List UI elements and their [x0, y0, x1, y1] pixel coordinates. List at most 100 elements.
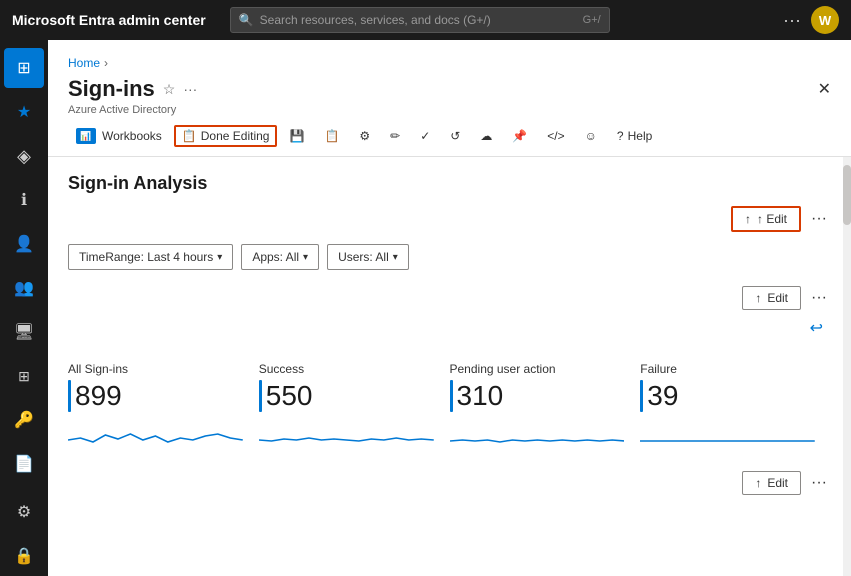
breadcrumb: Home › [68, 56, 831, 70]
search-icon: 🔍 [239, 13, 254, 27]
pin-icon2: 📌 [512, 129, 527, 143]
home-icon: ⊞ [17, 58, 30, 78]
first-more-button[interactable]: ··· [807, 208, 831, 230]
first-edit-button[interactable]: ↑ ↑ Edit [731, 206, 801, 232]
sidebar-item-identity[interactable]: ◈ [4, 136, 44, 176]
save-as-button[interactable]: 📋 [316, 125, 347, 147]
first-edit-row: ↑ ↑ Edit ··· [68, 206, 831, 232]
cloud-button[interactable]: ☁ [472, 125, 500, 147]
gear-icon: ⚙ [359, 129, 370, 143]
pin-icon[interactable]: ☆ [163, 81, 176, 98]
second-edit-button[interactable]: ↑ Edit [742, 286, 801, 310]
edit-up-icon3: ↑ [755, 476, 761, 490]
sign-in-analysis-section: Sign-in Analysis ↑ ↑ Edit ··· TimeRange:… [68, 173, 831, 495]
check-icon: ✓ [420, 129, 430, 143]
filter-row: TimeRange: Last 4 hours ▾ Apps: All ▾ Us… [68, 244, 831, 270]
done-editing-label: Done Editing [201, 129, 270, 143]
third-edit-row: ↑ Edit ··· [68, 471, 831, 495]
smiley-icon: ☺ [585, 129, 597, 143]
help-button[interactable]: ? Help [609, 125, 660, 147]
stat-pending: Pending user action 310 [450, 354, 641, 463]
scrollbar-thumb[interactable] [843, 165, 851, 225]
nav-more-button[interactable]: ··· [783, 10, 801, 31]
page-header: Home › Sign-ins ☆ ··· ✕ Azure Active Dir… [48, 40, 851, 116]
sidebar-item-favorites[interactable]: ★ [4, 92, 44, 132]
third-edit-button[interactable]: ↑ Edit [742, 471, 801, 495]
app-title: Microsoft Entra admin center [12, 12, 206, 28]
question-icon: ? [617, 129, 624, 143]
third-more-button[interactable]: ··· [807, 472, 831, 494]
help-label: Help [628, 129, 653, 143]
done-editing-button[interactable]: 📋 Done Editing [174, 125, 278, 147]
stat-success-value: 550 [259, 380, 434, 412]
refresh-icon: ↺ [450, 129, 460, 143]
apps-filter[interactable]: Apps: All ▾ [241, 244, 319, 270]
failure-sparkline [640, 420, 815, 452]
undo-icon: ↩ [810, 318, 823, 338]
sidebar-item-info[interactable]: ℹ [4, 180, 44, 220]
sidebar-item-users[interactable]: 👤 [4, 224, 44, 264]
sidebar-item-home[interactable]: ⊞ [4, 48, 44, 88]
stat-failure-label: Failure [640, 362, 815, 376]
check-button[interactable]: ✓ [412, 125, 438, 147]
refresh-button[interactable]: ↺ [442, 125, 468, 147]
main-layout: ⊞ ★ ◈ ℹ 👤 👥 🖥 ⊞ 🔑 📄 ⚙ [0, 40, 851, 576]
emoji-button[interactable]: ☺ [577, 125, 605, 147]
success-sparkline [259, 420, 434, 452]
edit-toolbar-button[interactable]: ✏ [382, 125, 408, 147]
roles-icon: 🔑 [14, 410, 34, 430]
section-title: Sign-in Analysis [68, 173, 831, 194]
close-button[interactable]: ✕ [818, 79, 831, 99]
users-filter[interactable]: Users: All ▾ [327, 244, 409, 270]
content-area: Home › Sign-ins ☆ ··· ✕ Azure Active Dir… [48, 40, 851, 576]
stat-pending-label: Pending user action [450, 362, 625, 376]
pencil-icon: ✏ [390, 129, 400, 143]
save-icon: 💾 [289, 129, 304, 143]
nav-right: ··· W [783, 6, 839, 34]
page-title: Sign-ins [68, 76, 155, 102]
second-more-button[interactable]: ··· [807, 287, 831, 309]
stat-all-signins-label: All Sign-ins [68, 362, 243, 376]
user-icon: 👤 [14, 234, 34, 254]
search-input[interactable] [260, 13, 577, 27]
undo-button[interactable]: ↩ [802, 314, 831, 342]
stat-failure: Failure 39 [640, 354, 831, 463]
scrollbar-track[interactable] [843, 157, 851, 576]
undo-row: ↩ [68, 310, 831, 346]
sidebar-item-devices[interactable]: 🖥 [4, 312, 44, 352]
timerange-chevron-icon: ▾ [217, 252, 222, 263]
page-title-row: Sign-ins ☆ ··· ✕ [68, 76, 831, 102]
save-as-icon: 📋 [324, 129, 339, 143]
stat-failure-bar [640, 380, 643, 412]
sidebar-item-settings[interactable]: ⚙ [4, 492, 44, 532]
toolbar: 📊 Workbooks 📋 Done Editing 💾 📋 ⚙ ✏ ✓ [48, 116, 851, 157]
sidebar-item-logs[interactable]: 📄 [4, 444, 44, 484]
search-bar[interactable]: 🔍 G+/ [230, 7, 610, 33]
top-nav: Microsoft Entra admin center 🔍 G+/ ··· W [0, 0, 851, 40]
code-icon: </> [547, 129, 564, 143]
avatar[interactable]: W [811, 6, 839, 34]
cloud-icon: ☁ [480, 129, 492, 143]
sidebar-item-groups[interactable]: 👥 [4, 268, 44, 308]
edit-up-icon: ↑ [745, 212, 751, 226]
workbooks-button[interactable]: 📊 Workbooks [68, 124, 170, 148]
settings-toolbar-button[interactable]: ⚙ [351, 125, 378, 147]
page-more-button[interactable]: ··· [183, 81, 197, 97]
timerange-filter[interactable]: TimeRange: Last 4 hours ▾ [68, 244, 233, 270]
breadcrumb-home[interactable]: Home [68, 56, 100, 70]
sidebar-item-apps[interactable]: ⊞ [4, 356, 44, 396]
stat-success-bar [259, 380, 262, 412]
sidebar-item-roles[interactable]: 🔑 [4, 400, 44, 440]
pin-toolbar-button[interactable]: 📌 [504, 125, 535, 147]
sidebar-item-security[interactable]: 🔒 [4, 536, 44, 576]
identity-icon: ◈ [17, 146, 31, 167]
save-button[interactable]: 💾 [281, 125, 312, 147]
stat-all-signins: All Sign-ins 899 [68, 354, 259, 463]
stats-grid: All Sign-ins 899 Success [68, 354, 831, 463]
groups-icon: 👥 [14, 278, 34, 298]
stat-pending-bar [450, 380, 453, 412]
search-shortcut: G+/ [583, 14, 601, 26]
lock-icon: 🔒 [14, 546, 34, 566]
code-button[interactable]: </> [539, 125, 572, 147]
stat-failure-value: 39 [640, 380, 815, 412]
